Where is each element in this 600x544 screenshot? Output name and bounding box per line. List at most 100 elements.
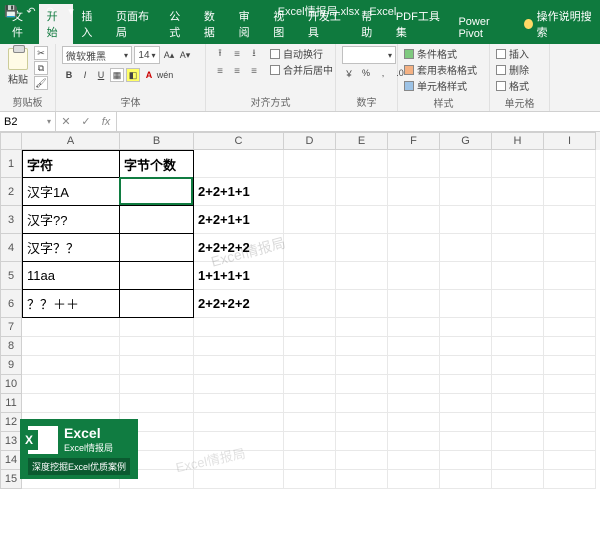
- row-header-10[interactable]: 10: [0, 375, 22, 394]
- cell-B10[interactable]: [120, 375, 194, 394]
- cell-F3[interactable]: [388, 206, 440, 234]
- cell-C6[interactable]: 2+2+2+2: [194, 290, 284, 318]
- row-header-5[interactable]: 5: [0, 262, 22, 290]
- cell-B11[interactable]: [120, 394, 194, 413]
- col-header-E[interactable]: E: [336, 132, 388, 150]
- cell-E8[interactable]: [336, 337, 388, 356]
- conditional-format-button[interactable]: 条件格式: [404, 46, 477, 61]
- redo-icon[interactable]: ↷: [44, 4, 58, 18]
- cell-F2[interactable]: [388, 178, 440, 206]
- cell-H6[interactable]: [492, 290, 544, 318]
- cell-I13[interactable]: [544, 432, 596, 451]
- cell-C11[interactable]: [194, 394, 284, 413]
- cell-A6[interactable]: ？？＋＋: [22, 290, 120, 318]
- cell-F5[interactable]: [388, 262, 440, 290]
- cell-D10[interactable]: [284, 375, 336, 394]
- row-header-9[interactable]: 9: [0, 356, 22, 375]
- cell-E7[interactable]: [336, 318, 388, 337]
- number-format-combo[interactable]: ▾: [342, 46, 396, 64]
- accept-formula-icon[interactable]: ✓: [76, 115, 96, 128]
- cell-C1[interactable]: [194, 150, 284, 178]
- cell-B9[interactable]: [120, 356, 194, 375]
- cell-B1[interactable]: 字节个数: [120, 150, 194, 178]
- cell-B6[interactable]: [120, 290, 194, 318]
- row-header-14[interactable]: 14: [0, 451, 22, 470]
- cell-G7[interactable]: [440, 318, 492, 337]
- cell-I14[interactable]: [544, 451, 596, 470]
- cell-H15[interactable]: [492, 470, 544, 489]
- row-header-2[interactable]: 2: [0, 178, 22, 206]
- cell-C8[interactable]: [194, 337, 284, 356]
- align-bottom[interactable]: ⭳: [246, 46, 262, 62]
- cancel-formula-icon[interactable]: ✕: [56, 115, 76, 128]
- align-middle[interactable]: ≡: [229, 46, 245, 62]
- format-as-table-button[interactable]: 套用表格格式: [404, 62, 477, 77]
- cell-D14[interactable]: [284, 451, 336, 470]
- cell-G15[interactable]: [440, 470, 492, 489]
- cell-E14[interactable]: [336, 451, 388, 470]
- col-header-B[interactable]: B: [120, 132, 194, 150]
- cell-G10[interactable]: [440, 375, 492, 394]
- row-header-3[interactable]: 3: [0, 206, 22, 234]
- cell-I6[interactable]: [544, 290, 596, 318]
- cell-D1[interactable]: [284, 150, 336, 178]
- cell-D4[interactable]: [284, 234, 336, 262]
- cell-E1[interactable]: [336, 150, 388, 178]
- delete-cells-button[interactable]: 删除: [496, 62, 529, 77]
- cell-E3[interactable]: [336, 206, 388, 234]
- name-box-dropdown-icon[interactable]: ▾: [47, 117, 51, 126]
- cell-D7[interactable]: [284, 318, 336, 337]
- cell-I12[interactable]: [544, 413, 596, 432]
- cell-A3[interactable]: 汉字??: [22, 206, 120, 234]
- cell-C10[interactable]: [194, 375, 284, 394]
- align-right[interactable]: ≡: [246, 63, 262, 79]
- cell-I5[interactable]: [544, 262, 596, 290]
- cell-H1[interactable]: [492, 150, 544, 178]
- col-header-I[interactable]: I: [544, 132, 596, 150]
- increase-font-icon[interactable]: A▴: [162, 48, 176, 62]
- cell-E4[interactable]: [336, 234, 388, 262]
- cell-D3[interactable]: [284, 206, 336, 234]
- cell-A5[interactable]: 11aa: [22, 262, 120, 290]
- row-header-1[interactable]: 1: [0, 150, 22, 178]
- decrease-font-icon[interactable]: A▾: [178, 48, 192, 62]
- col-header-D[interactable]: D: [284, 132, 336, 150]
- phonetic-button[interactable]: wén: [158, 68, 172, 82]
- cell-F1[interactable]: [388, 150, 440, 178]
- cell-F4[interactable]: [388, 234, 440, 262]
- name-box[interactable]: B2 ▾: [0, 112, 56, 131]
- cell-F6[interactable]: [388, 290, 440, 318]
- cell-D15[interactable]: [284, 470, 336, 489]
- row-header-15[interactable]: 15: [0, 470, 22, 489]
- merge-center-button[interactable]: 合并后居中: [270, 62, 333, 77]
- cell-H3[interactable]: [492, 206, 544, 234]
- row-header-12[interactable]: 12: [0, 413, 22, 432]
- cell-A9[interactable]: [22, 356, 120, 375]
- cell-B4[interactable]: [120, 234, 194, 262]
- align-center[interactable]: ≡: [229, 63, 245, 79]
- comma-icon[interactable]: ,: [376, 66, 390, 80]
- cell-H13[interactable]: [492, 432, 544, 451]
- cell-E15[interactable]: [336, 470, 388, 489]
- cell-C12[interactable]: [194, 413, 284, 432]
- currency-icon[interactable]: ￥: [342, 66, 356, 80]
- cell-D9[interactable]: [284, 356, 336, 375]
- cell-D8[interactable]: [284, 337, 336, 356]
- row-header-11[interactable]: 11: [0, 394, 22, 413]
- cell-G13[interactable]: [440, 432, 492, 451]
- cell-C15[interactable]: [194, 470, 284, 489]
- cell-F8[interactable]: [388, 337, 440, 356]
- cell-I10[interactable]: [544, 375, 596, 394]
- cell-C13[interactable]: [194, 432, 284, 451]
- font-name-combo[interactable]: 微软雅黑▾: [62, 46, 132, 64]
- cell-C9[interactable]: [194, 356, 284, 375]
- cell-C5[interactable]: 1+1+1+1: [194, 262, 284, 290]
- cell-A10[interactable]: [22, 375, 120, 394]
- cell-H4[interactable]: [492, 234, 544, 262]
- cut-icon[interactable]: ✂: [34, 46, 48, 60]
- cell-I4[interactable]: [544, 234, 596, 262]
- cell-H2[interactable]: [492, 178, 544, 206]
- bold-button[interactable]: B: [62, 68, 76, 82]
- cell-H10[interactable]: [492, 375, 544, 394]
- font-size-combo[interactable]: 14▾: [134, 46, 160, 64]
